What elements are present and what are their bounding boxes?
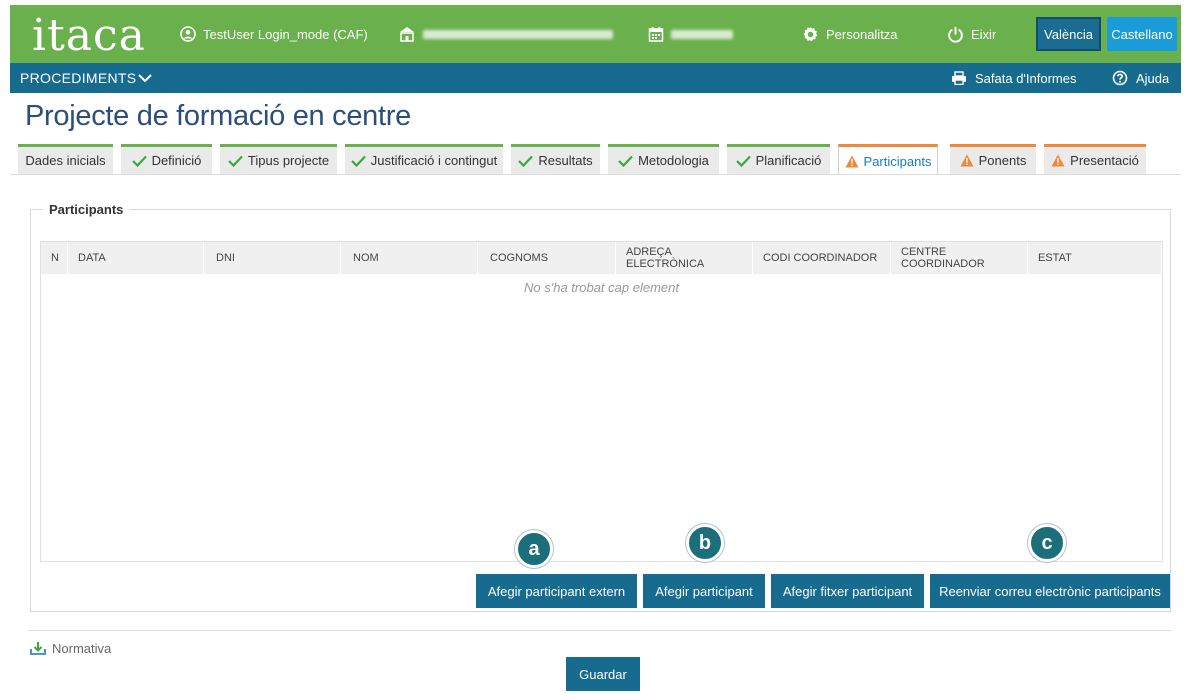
check-icon <box>518 155 534 167</box>
add-participant-button[interactable]: Afegir participant <box>643 574 765 608</box>
user-icon <box>180 26 196 42</box>
add-external-participant-button[interactable]: Afegir participant extern <box>476 574 637 608</box>
year-redacted <box>671 29 733 39</box>
check-icon <box>735 155 751 167</box>
center-info <box>398 5 613 63</box>
safata-label: Safata d'Informes <box>975 70 1077 86</box>
normativa-link[interactable]: Normativa <box>30 638 111 658</box>
itaca-logo[interactable]: itaca <box>32 11 146 61</box>
procediments-menu[interactable]: PROCEDIMENTS <box>20 63 153 93</box>
tab-presentacio[interactable]: Presentació <box>1044 144 1146 174</box>
tab-dades-inicials[interactable]: Dades inicials <box>18 144 113 174</box>
tab-label: Resultats <box>538 153 593 168</box>
column-header-adreca[interactable]: ADREÇA ELECTRÒNICA <box>616 242 753 274</box>
safata-informes-link[interactable]: Safata d'Informes <box>951 63 1076 93</box>
warning-icon <box>1051 154 1065 167</box>
tab-label: Tipus projecte <box>247 153 330 168</box>
footer-divider <box>28 630 1171 631</box>
tab-ponents[interactable]: Ponents <box>950 144 1036 174</box>
eixir-button[interactable]: Eixir <box>947 5 996 63</box>
table-header: N DATA DNI NOM COGNOMS ADREÇA ELECTRÒNIC… <box>41 242 1162 274</box>
center-name-redacted <box>423 29 613 39</box>
save-button[interactable]: Guardar <box>566 657 640 691</box>
tab-label: Metodologia <box>638 153 709 168</box>
tab-planificacio[interactable]: Planificació <box>727 144 830 174</box>
tab-label: Dades inicials <box>25 153 106 168</box>
tab-label: Definició <box>151 153 202 168</box>
column-header-estat[interactable]: ESTAT <box>1028 242 1162 274</box>
download-icon <box>30 642 46 655</box>
procediments-label: PROCEDIMENTS <box>20 70 137 86</box>
personalitza-label: Personalitza <box>826 26 898 42</box>
annotation-marker-a: a <box>515 530 553 568</box>
tab-label: Presentació <box>1070 153 1139 168</box>
column-header-codi-coordinador[interactable]: CODI COORDINADOR <box>753 242 891 274</box>
empty-message: No s'ha trobat cap element <box>524 280 679 295</box>
column-header-n[interactable]: N <box>41 242 68 274</box>
tab-definicio[interactable]: Definició <box>121 144 212 174</box>
user-info[interactable]: TestUser Login_mode (CAF) <box>180 5 368 63</box>
help-icon <box>1112 70 1128 86</box>
tab-tipus-projecte[interactable]: Tipus projecte <box>220 144 337 174</box>
tab-label: Ponents <box>978 153 1027 168</box>
nav-bar: PROCEDIMENTS Safata d'Informes Ajuda <box>10 63 1181 93</box>
top-header-bar: itaca TestUser Login_mode (CAF) Personal… <box>10 5 1181 63</box>
add-participant-file-button[interactable]: Afegir fitxer participant <box>771 574 924 608</box>
tab-metodologia[interactable]: Metodologia <box>608 144 719 174</box>
tab-label: Participants <box>863 153 932 169</box>
participants-legend: Participants <box>49 202 124 217</box>
lang-castellano-button[interactable]: Castellano <box>1107 17 1177 51</box>
personalitza-button[interactable]: Personalitza <box>802 5 898 63</box>
tab-participants[interactable]: Participants <box>838 144 938 175</box>
printer-icon <box>952 71 966 85</box>
warning-icon <box>960 154 974 167</box>
annotation-marker-c: c <box>1028 524 1066 562</box>
resend-email-participants-button[interactable]: Reenviar correu electrònic participants <box>930 574 1170 608</box>
page-title: Projecte de formació en centre <box>25 100 411 132</box>
check-icon <box>618 155 633 167</box>
tab-resultats[interactable]: Resultats <box>511 144 600 174</box>
tabs-divider <box>10 174 1181 175</box>
tab-label: Justificació i contingut <box>370 153 498 168</box>
check-icon <box>228 155 243 167</box>
column-header-nom[interactable]: NOM <box>341 242 478 274</box>
participants-table: N DATA DNI NOM COGNOMS ADREÇA ELECTRÒNIC… <box>40 241 1163 562</box>
calendar-icon <box>648 27 664 42</box>
column-header-data[interactable]: DATA <box>68 242 204 274</box>
academic-year <box>648 5 733 63</box>
eixir-label: Eixir <box>971 26 997 42</box>
lang-valencia-button[interactable]: València <box>1036 17 1101 51</box>
column-header-centre-coordinador[interactable]: CENTRE COORDINADOR <box>891 242 1028 274</box>
power-icon <box>948 26 963 43</box>
ajuda-link[interactable]: Ajuda <box>1112 63 1169 93</box>
warning-icon <box>845 155 859 167</box>
tab-justificacio[interactable]: Justificació i contingut <box>345 144 503 174</box>
normativa-label: Normativa <box>52 640 112 656</box>
chevron-down-icon <box>138 74 153 83</box>
column-header-cognoms[interactable]: COGNOMS <box>478 242 616 274</box>
check-icon <box>350 155 366 167</box>
school-icon <box>400 27 414 42</box>
tab-label: Planificació <box>755 153 822 168</box>
column-header-dni[interactable]: DNI <box>204 242 341 274</box>
gear-icon <box>803 26 818 41</box>
annotation-marker-b: b <box>686 524 724 562</box>
ajuda-label: Ajuda <box>1136 70 1170 86</box>
check-icon <box>131 155 147 167</box>
user-name: TestUser Login_mode (CAF) <box>203 26 368 42</box>
